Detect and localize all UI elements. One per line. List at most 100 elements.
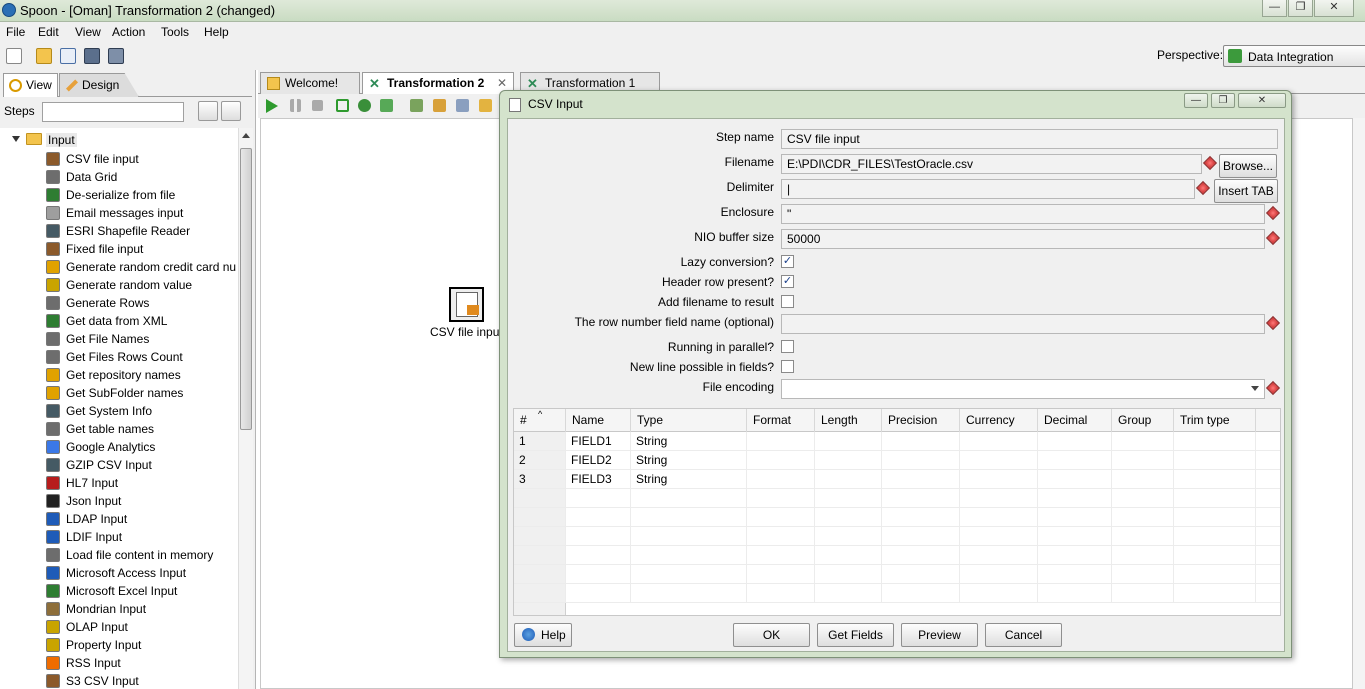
table-cell[interactable] — [1038, 432, 1112, 451]
table-cell[interactable]: String — [631, 432, 747, 451]
column-header[interactable]: Length — [815, 409, 882, 432]
table-cell[interactable] — [882, 565, 960, 584]
tree-item[interactable]: Get Files Rows Count — [44, 348, 238, 366]
column-header[interactable]: Name — [566, 409, 631, 432]
table-row[interactable] — [514, 508, 1280, 527]
maximize-button[interactable]: ❐ — [1288, 0, 1313, 17]
tree-item[interactable]: Email messages input — [44, 204, 238, 222]
header-row-checkbox[interactable]: ✓ — [781, 275, 794, 288]
table-cell[interactable] — [566, 527, 631, 546]
tree-item[interactable]: Property Input — [44, 636, 238, 654]
column-header[interactable]: Currency — [960, 409, 1038, 432]
ok-button[interactable]: OK — [733, 623, 810, 647]
table-cell[interactable] — [747, 470, 815, 489]
table-cell[interactable] — [960, 546, 1038, 565]
filename-input[interactable]: E:\PDI\CDR_FILES\TestOracle.csv — [781, 154, 1202, 174]
menu-view[interactable]: View — [75, 25, 101, 39]
scroll-up-icon[interactable] — [242, 133, 250, 138]
table-cell[interactable]: FIELD1 — [566, 432, 631, 451]
table-cell[interactable] — [815, 432, 882, 451]
table-cell[interactable] — [514, 489, 566, 508]
table-cell[interactable] — [960, 451, 1038, 470]
table-cell[interactable] — [815, 565, 882, 584]
expand-all-icon[interactable] — [198, 101, 218, 121]
perspective-button[interactable]: Data Integration — [1223, 45, 1365, 67]
insert-tab-button[interactable]: Insert TAB — [1214, 179, 1278, 203]
table-cell[interactable] — [1112, 527, 1174, 546]
sql-icon[interactable] — [456, 99, 469, 112]
table-cell[interactable] — [1112, 546, 1174, 565]
tree-item[interactable]: CSV file input — [44, 150, 238, 168]
table-cell[interactable] — [631, 489, 747, 508]
pause-icon[interactable] — [290, 99, 301, 112]
save-as-icon[interactable] — [108, 48, 124, 64]
table-cell[interactable]: 3 — [514, 470, 566, 489]
column-header[interactable]: Group — [1112, 409, 1174, 432]
table-row[interactable] — [514, 527, 1280, 546]
table-cell[interactable] — [1038, 565, 1112, 584]
table-cell[interactable] — [1112, 489, 1174, 508]
debug-icon[interactable] — [358, 99, 371, 112]
table-cell[interactable] — [1038, 470, 1112, 489]
tree-item[interactable]: GZIP CSV Input — [44, 456, 238, 474]
table-cell[interactable] — [1174, 565, 1256, 584]
table-cell[interactable]: String — [631, 470, 747, 489]
dialog-minimize-button[interactable]: — — [1184, 93, 1208, 108]
table-cell[interactable] — [566, 489, 631, 508]
tree-item[interactable]: LDAP Input — [44, 510, 238, 528]
replay-icon[interactable] — [380, 99, 393, 112]
table-cell[interactable] — [747, 527, 815, 546]
tree-item[interactable]: RSS Input — [44, 654, 238, 672]
table-cell[interactable] — [566, 546, 631, 565]
table-cell[interactable] — [960, 432, 1038, 451]
running-parallel-checkbox[interactable] — [781, 340, 794, 353]
tree-item[interactable]: Get repository names — [44, 366, 238, 384]
table-cell[interactable] — [882, 584, 960, 603]
preview-button[interactable]: Preview — [901, 623, 978, 647]
table-cell[interactable]: String — [631, 451, 747, 470]
table-row[interactable]: 2 FIELD2 String — [514, 451, 1280, 470]
table-cell[interactable] — [1112, 470, 1174, 489]
tree-item[interactable]: Get table names — [44, 420, 238, 438]
csv-file-input-step-icon[interactable] — [449, 287, 484, 322]
preview-icon[interactable] — [336, 99, 349, 112]
table-cell[interactable]: 2 — [514, 451, 566, 470]
steps-tree-scrollbar[interactable] — [238, 128, 253, 689]
table-cell[interactable] — [960, 489, 1038, 508]
table-cell[interactable] — [815, 546, 882, 565]
tree-item[interactable]: LDIF Input — [44, 528, 238, 546]
table-cell[interactable] — [882, 508, 960, 527]
table-row[interactable] — [514, 565, 1280, 584]
steps-search-input[interactable] — [42, 102, 184, 122]
table-cell[interactable] — [960, 565, 1038, 584]
step-name-input[interactable]: CSV file input — [781, 129, 1278, 149]
tree-item[interactable]: Get System Info — [44, 402, 238, 420]
table-cell[interactable] — [747, 508, 815, 527]
tab-view[interactable]: View — [3, 73, 58, 97]
tree-item[interactable]: Microsoft Access Input — [44, 564, 238, 582]
table-cell[interactable] — [1112, 584, 1174, 603]
table-cell[interactable] — [960, 508, 1038, 527]
tree-item[interactable]: Json Input — [44, 492, 238, 510]
table-cell[interactable]: FIELD2 — [566, 451, 631, 470]
table-cell[interactable] — [815, 470, 882, 489]
table-cell[interactable] — [514, 546, 566, 565]
table-cell[interactable] — [960, 470, 1038, 489]
tree-item[interactable]: Get File Names — [44, 330, 238, 348]
enclosure-input[interactable]: " — [781, 204, 1265, 224]
table-cell[interactable] — [1112, 565, 1174, 584]
table-cell[interactable] — [1038, 489, 1112, 508]
table-cell[interactable] — [1112, 432, 1174, 451]
table-cell[interactable] — [815, 451, 882, 470]
table-cell[interactable] — [815, 584, 882, 603]
tree-item[interactable]: OLAP Input — [44, 618, 238, 636]
menu-edit[interactable]: Edit — [38, 25, 59, 39]
table-cell[interactable]: FIELD3 — [566, 470, 631, 489]
stop-icon[interactable] — [312, 100, 323, 111]
tree-item[interactable]: De-serialize from file — [44, 186, 238, 204]
file-encoding-select[interactable] — [781, 379, 1265, 399]
table-cell[interactable] — [747, 432, 815, 451]
table-cell[interactable] — [1174, 546, 1256, 565]
table-cell[interactable] — [514, 527, 566, 546]
tree-item[interactable]: HL7 Input — [44, 474, 238, 492]
